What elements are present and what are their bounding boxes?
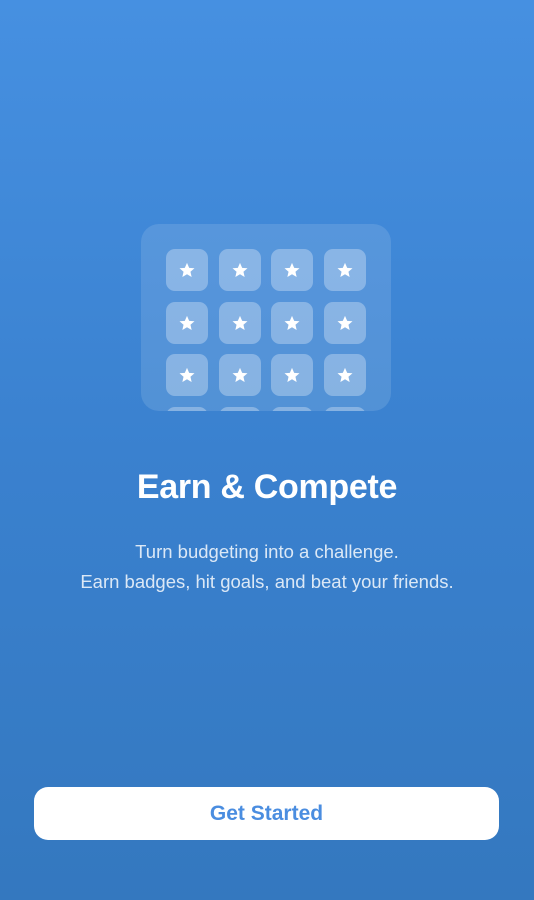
star-icon (231, 366, 249, 384)
onboarding-screen: Earn & Compete Turn budgeting into a cha… (0, 0, 534, 900)
star-icon (336, 314, 354, 332)
badge-tile (271, 354, 313, 396)
badge-tile (218, 354, 261, 396)
badge-tile (218, 406, 261, 411)
subtitle-line: Earn badges, hit goals, and beat your fr… (80, 571, 454, 592)
star-icon (231, 261, 249, 279)
badge-grid-card (141, 224, 391, 411)
badge-tile (218, 301, 261, 344)
badge-tile (166, 354, 208, 396)
subtitle-line: Turn budgeting into a challenge. (135, 541, 399, 562)
badge-tile (323, 354, 366, 396)
star-icon (178, 314, 196, 332)
badge-tile (271, 301, 313, 344)
star-icon (283, 261, 301, 279)
star-icon (283, 314, 301, 332)
badge-tile (166, 301, 208, 344)
get-started-button[interactable]: Get Started (34, 787, 499, 840)
badge-tile (323, 249, 366, 291)
star-icon (283, 366, 301, 384)
star-icon (178, 366, 196, 384)
badge-tile (271, 406, 313, 411)
badge-tile (323, 301, 366, 344)
badge-tile (323, 406, 366, 411)
star-icon (336, 366, 354, 384)
badge-tile (218, 249, 261, 291)
page-title: Earn & Compete (136, 468, 398, 506)
star-icon (231, 314, 249, 332)
star-icon (178, 261, 196, 279)
badge-tile (271, 249, 313, 291)
star-icon (336, 261, 354, 279)
badge-tile (166, 249, 208, 291)
page-subtitle: Turn budgeting into a challenge. Earn ba… (0, 537, 534, 597)
badge-tile (166, 406, 208, 411)
badge-grid (166, 249, 366, 411)
